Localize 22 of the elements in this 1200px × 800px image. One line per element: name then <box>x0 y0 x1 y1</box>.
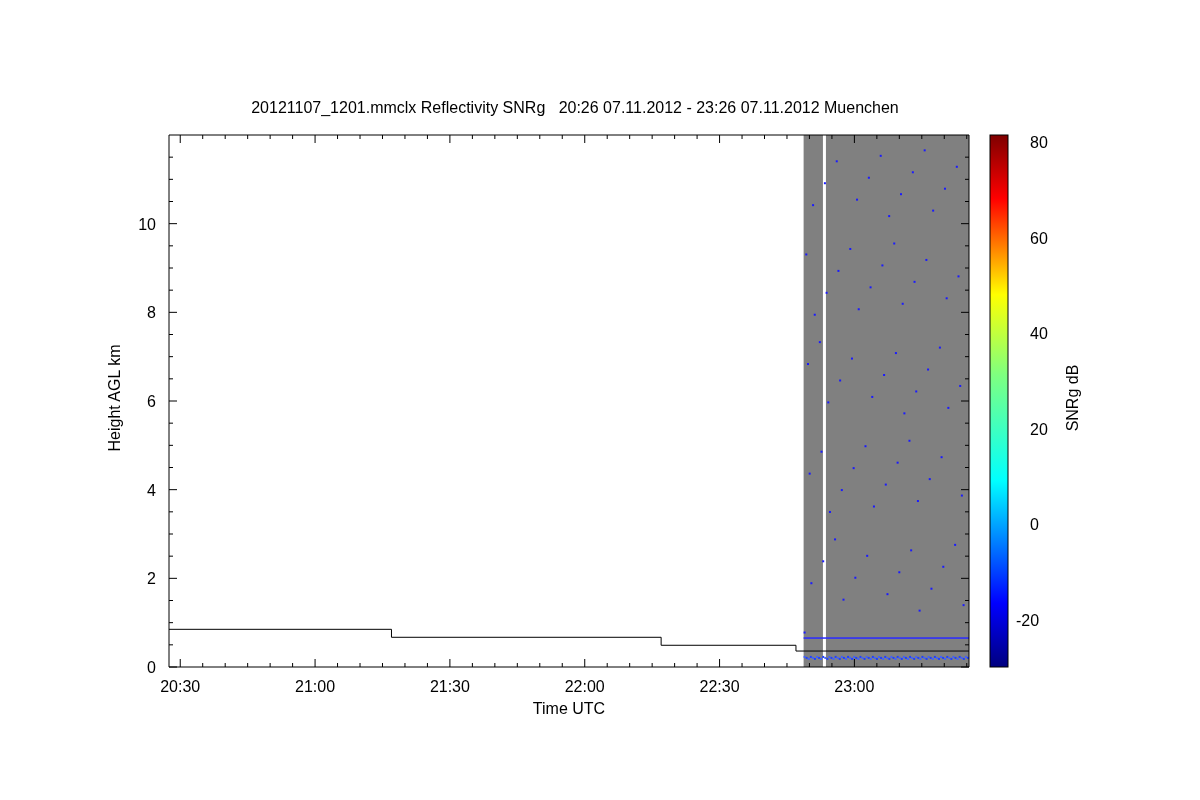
y-tick-label: 8 <box>147 304 156 322</box>
colorbar-tick-label: -20 <box>1016 612 1040 629</box>
y-tick-label: 4 <box>147 481 156 499</box>
x-tick-label: 23:00 <box>834 678 875 695</box>
y-axis-label: Height AGL km <box>106 344 123 452</box>
x-axis-label: Time UTC <box>532 700 606 717</box>
colorbar-tick-label: 60 <box>1030 229 1048 247</box>
y-tick-label: 2 <box>147 570 156 588</box>
colorbar-tick-label: 80 <box>1030 134 1048 151</box>
colorbar-label: SNRg dB <box>1064 364 1081 432</box>
x-tick-label: 21:30 <box>429 678 470 695</box>
colorbar-tick-label: 0 <box>1030 516 1039 534</box>
colorbar-tick-label: 20 <box>1030 420 1048 438</box>
x-tick-label: 22:30 <box>699 678 740 695</box>
x-tick-label: 22:00 <box>564 678 605 695</box>
x-tick-label: 21:00 <box>295 678 336 695</box>
colorbar-tick-label: 40 <box>1030 325 1048 343</box>
x-tick-label: 20:30 <box>160 678 201 695</box>
y-tick-label: 0 <box>147 659 156 676</box>
chart-title: 20121107_1201.mmclx Reflectivity SNRg 20:26 07.11.2012 - 23:26 07.11.2012 Muenchen <box>251 99 899 116</box>
y-tick-label: 6 <box>147 393 156 410</box>
y-tick-label: 10 <box>138 215 156 233</box>
